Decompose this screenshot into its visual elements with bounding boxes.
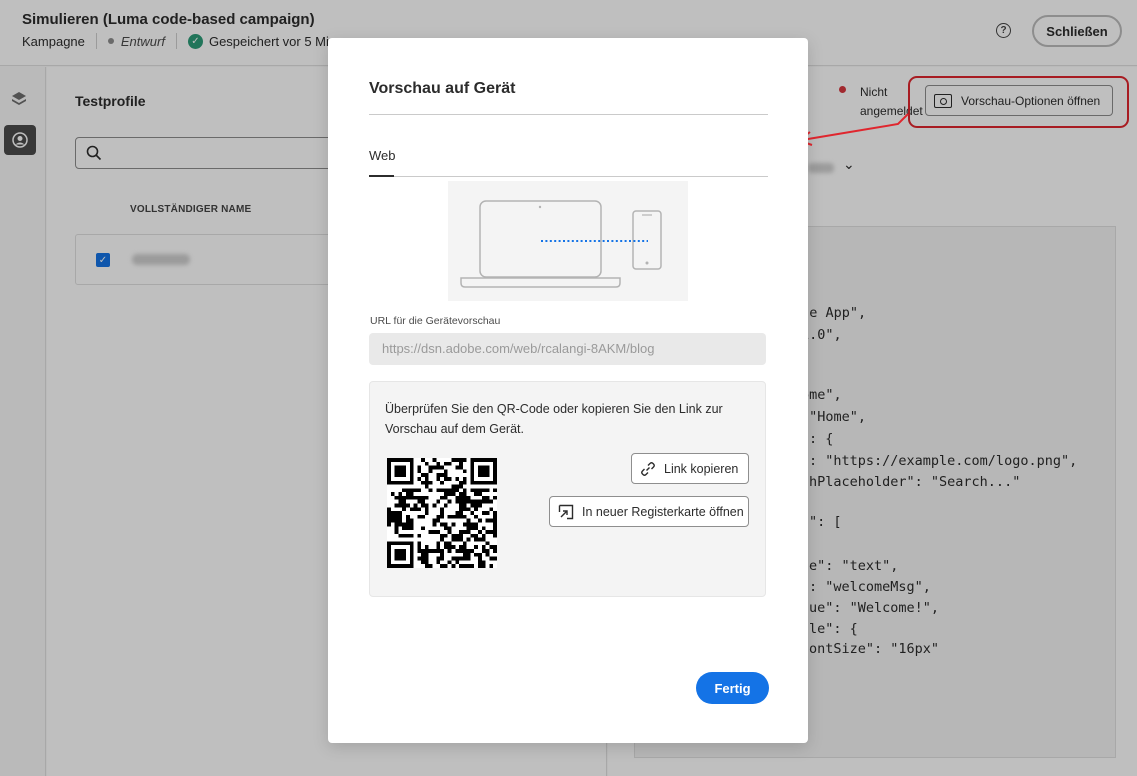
url-label: URL für die Gerätevorschau — [370, 315, 501, 327]
qr-instructions: Überprüfen Sie den QR-Code oder kopieren… — [385, 402, 723, 436]
device-illustration — [448, 181, 688, 301]
copy-link-label: Link kopieren — [664, 461, 739, 476]
qr-code — [387, 458, 497, 568]
copy-link-button[interactable]: Link kopieren — [631, 453, 749, 484]
device-preview-dialog: Vorschau auf Gerät Web URL für die Gerät… — [328, 38, 808, 743]
tab-selected-indicator — [369, 175, 394, 177]
callout-arrow — [796, 113, 909, 146]
divider — [369, 114, 768, 115]
open-in-new-tab-icon — [558, 504, 574, 519]
link-icon — [641, 461, 655, 476]
open-new-tab-button[interactable]: In neuer Registerkarte öffnen — [549, 496, 749, 527]
tab-underline — [369, 176, 768, 177]
preview-url-field[interactable]: https://dsn.adobe.com/web/rcalangi-8AKM/… — [369, 333, 766, 365]
done-button[interactable]: Fertig — [696, 672, 769, 704]
open-new-tab-label: In neuer Registerkarte öffnen — [582, 504, 744, 519]
dialog-title: Vorschau auf Gerät — [369, 80, 516, 97]
tab-web[interactable]: Web — [369, 148, 396, 163]
qr-section: Überprüfen Sie den QR-Code oder kopieren… — [369, 381, 766, 597]
